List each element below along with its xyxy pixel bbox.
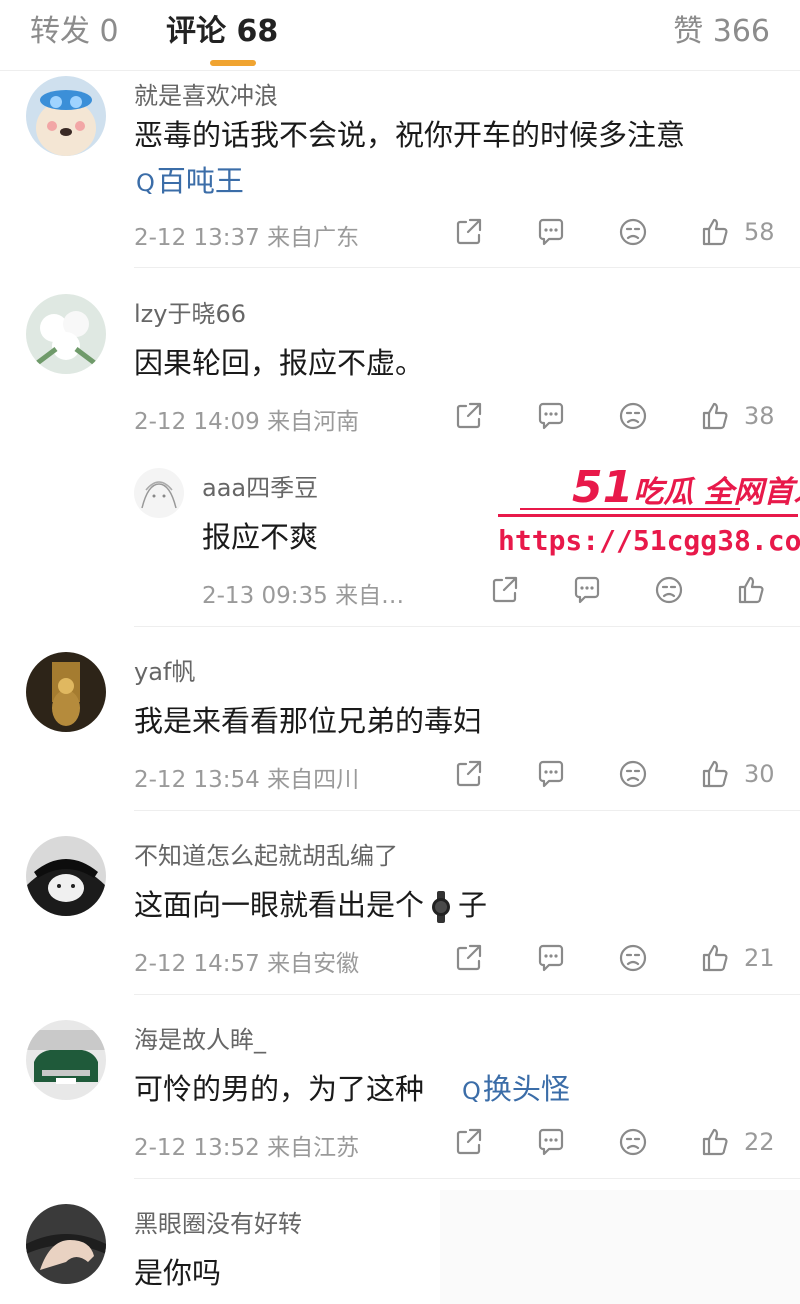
avatar-hand-icon[interactable] — [26, 1204, 106, 1284]
dislike-icon[interactable] — [616, 399, 650, 433]
comment-text: 恶毒的话我不会说，祝你开车的时候多注意 — [134, 118, 686, 152]
watermark-decor-line — [520, 508, 740, 510]
like-count: 58 — [744, 218, 775, 246]
avatar-flowers-icon[interactable] — [26, 294, 106, 374]
comment-username[interactable]: yaf帆 — [134, 652, 195, 687]
reply-icon[interactable] — [534, 757, 568, 791]
topic-link[interactable]: Q百吨王 — [136, 158, 244, 200]
comment-username[interactable]: 就是喜欢冲浪 — [134, 76, 278, 111]
topic-link-label: 换头怪 — [482, 1072, 570, 1106]
like-icon[interactable] — [698, 757, 732, 791]
reply-text: 报应不爽 — [202, 520, 319, 554]
dislike-icon[interactable] — [616, 757, 650, 791]
reply-icon[interactable] — [534, 399, 568, 433]
divider — [134, 810, 800, 811]
share-icon[interactable] — [452, 941, 486, 975]
share-icon[interactable] — [452, 215, 486, 249]
divider — [134, 1178, 800, 1179]
like-count: 21 — [744, 944, 775, 972]
comment-text-body: 这面向一眼就看出是个 — [134, 888, 425, 922]
reply-icon[interactable] — [570, 573, 604, 607]
tab-repost[interactable]: 转发 0 — [30, 6, 119, 50]
divider — [134, 267, 800, 268]
reply-username[interactable]: aaa四季豆 — [202, 468, 318, 503]
like-icon[interactable] — [698, 399, 732, 433]
share-icon[interactable] — [452, 1125, 486, 1159]
tab-likes[interactable]: 赞 366 — [673, 6, 770, 50]
share-icon[interactable] — [452, 757, 486, 791]
comment-text-suffix: 子 — [458, 888, 488, 922]
share-icon[interactable] — [452, 399, 486, 433]
comment-meta: 2-12 13:52 来自江苏 — [134, 1135, 360, 1161]
comment-text: 因果轮回，报应不虚。 — [134, 346, 425, 380]
comment-item: lzy于晓66 因果轮回，报应不虚。 2-12 14:09 来自河南 38 aa… — [0, 270, 800, 628]
tab-comments[interactable]: 评论 68 — [166, 6, 278, 50]
active-tab-indicator — [210, 60, 256, 66]
dislike-icon[interactable] — [616, 1125, 650, 1159]
comment-item: 就是喜欢冲浪 恶毒的话我不会说，祝你开车的时候多注意 Q百吨王 2-12 13:… — [0, 70, 800, 270]
comment-username[interactable]: 海是故人眸_ — [134, 1020, 266, 1055]
like-icon[interactable] — [698, 941, 732, 975]
avatar-dog-icon[interactable] — [26, 76, 106, 156]
avatar-cap-icon[interactable] — [26, 836, 106, 916]
comment-item: yaf帆 我是来看看那位兄弟的毒妇 2-12 13:54 来自四川 30 — [0, 628, 800, 812]
watermark-logo: 51吃瓜 全网首发 https://51cgg38.com — [480, 462, 800, 562]
reply-meta: 2-13 09:35 来自… — [202, 583, 405, 609]
topic-link-label: 百吨王 — [156, 164, 244, 198]
watermark-decor-line — [498, 514, 798, 517]
comment-item: 海是故人眸_ 可怜的男的，为了这种 Q换头怪 2-12 13:52 来自江苏 2… — [0, 996, 800, 1180]
dislike-icon[interactable] — [652, 573, 686, 607]
topic-link[interactable]: Q换头怪 — [462, 1066, 570, 1108]
blurred-overlay — [440, 1190, 800, 1304]
comment-text: 是你吗 — [134, 1256, 222, 1290]
avatar-car-icon[interactable] — [26, 1020, 106, 1100]
like-count: 38 — [744, 402, 775, 430]
like-icon[interactable] — [698, 1125, 732, 1159]
comment-text: 我是来看看那位兄弟的毒妇 — [134, 704, 483, 738]
watermark-brand: 51吃瓜 全网首发 — [572, 462, 800, 513]
reply-icon[interactable] — [534, 215, 568, 249]
like-icon[interactable] — [734, 573, 768, 607]
comment-meta: 2-12 13:54 来自四川 — [134, 767, 360, 793]
avatar-sketch-icon[interactable] — [134, 468, 184, 518]
comment-item: 不知道怎么起就胡乱编了 这面向一眼就看出是个 子 2-12 14:57 来自安徽… — [0, 812, 800, 996]
search-icon: Q — [136, 169, 155, 197]
dislike-icon[interactable] — [616, 941, 650, 975]
comment-meta: 2-12 14:09 来自河南 — [134, 409, 360, 435]
divider — [134, 626, 800, 627]
reply-icon[interactable] — [534, 941, 568, 975]
like-count: 30 — [744, 760, 775, 788]
divider — [134, 994, 800, 995]
avatar-figure-icon[interactable] — [26, 652, 106, 732]
dislike-icon[interactable] — [616, 215, 650, 249]
comment-meta: 2-12 13:37 来自广东 — [134, 225, 360, 251]
comment-tabs: 转发 0 评论 68 赞 366 — [0, 0, 800, 71]
comment-username[interactable]: 黑眼圈没有好转 — [134, 1204, 302, 1239]
watermark-url: https://51cgg38.com — [498, 524, 800, 557]
comment-username[interactable]: lzy于晓66 — [134, 294, 246, 329]
reply-icon[interactable] — [534, 1125, 568, 1159]
comment-text: 这面向一眼就看出是个 子 — [134, 882, 487, 924]
comment-username[interactable]: 不知道怎么起就胡乱编了 — [134, 836, 398, 871]
watch-emoji-icon — [430, 891, 452, 923]
like-icon[interactable] — [698, 215, 732, 249]
comment-meta: 2-12 14:57 来自安徽 — [134, 951, 360, 977]
search-icon: Q — [462, 1077, 481, 1105]
like-count: 22 — [744, 1128, 775, 1156]
comment-text: 可怜的男的，为了这种 — [134, 1072, 425, 1106]
share-icon[interactable] — [488, 573, 522, 607]
